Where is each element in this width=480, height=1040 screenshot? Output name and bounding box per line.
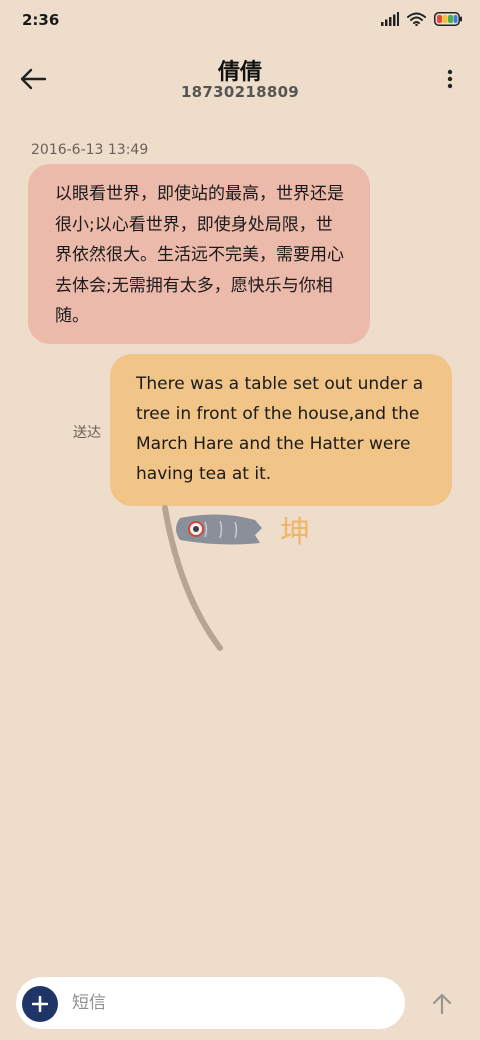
outgoing-message-text: There was a table set out under a tree i… (136, 374, 424, 484)
svg-text:坤: 坤 (280, 515, 310, 550)
conversation-header: 倩倩 18730218809 (0, 48, 480, 108)
incoming-message-text: 以眼看世界，即使站的最高，世界还是很小;以心看世界，即使身处局限，世界依然很大。… (55, 184, 344, 326)
signal-icon (381, 12, 399, 26)
wifi-icon (407, 12, 426, 26)
message-timestamp: 2016-6-13 13:49 (31, 142, 149, 158)
delivery-status: 送达 (73, 425, 101, 441)
contact-number: 18730218809 (180, 83, 300, 101)
status-bar: 2:36 (0, 0, 480, 44)
send-button[interactable] (427, 989, 457, 1019)
plus-icon (32, 996, 48, 1012)
send-arrow-icon (432, 993, 452, 1015)
message-composer (16, 977, 405, 1029)
message-input[interactable] (72, 987, 392, 1019)
battery-icon (434, 12, 462, 26)
koinobori-illustration: 坤 (162, 505, 310, 651)
more-vertical-icon (447, 69, 453, 89)
add-attachment-button[interactable] (22, 986, 58, 1022)
contact-name: 倩倩 (217, 60, 262, 85)
status-time: 2:36 (22, 11, 60, 29)
status-icons (381, 12, 462, 26)
more-options-button[interactable] (438, 64, 462, 94)
outgoing-message-bubble[interactable]: There was a table set out under a tree i… (110, 354, 452, 506)
incoming-message-bubble[interactable]: 以眼看世界，即使站的最高，世界还是很小;以心看世界，即使身处局限，世界依然很大。… (28, 164, 370, 344)
